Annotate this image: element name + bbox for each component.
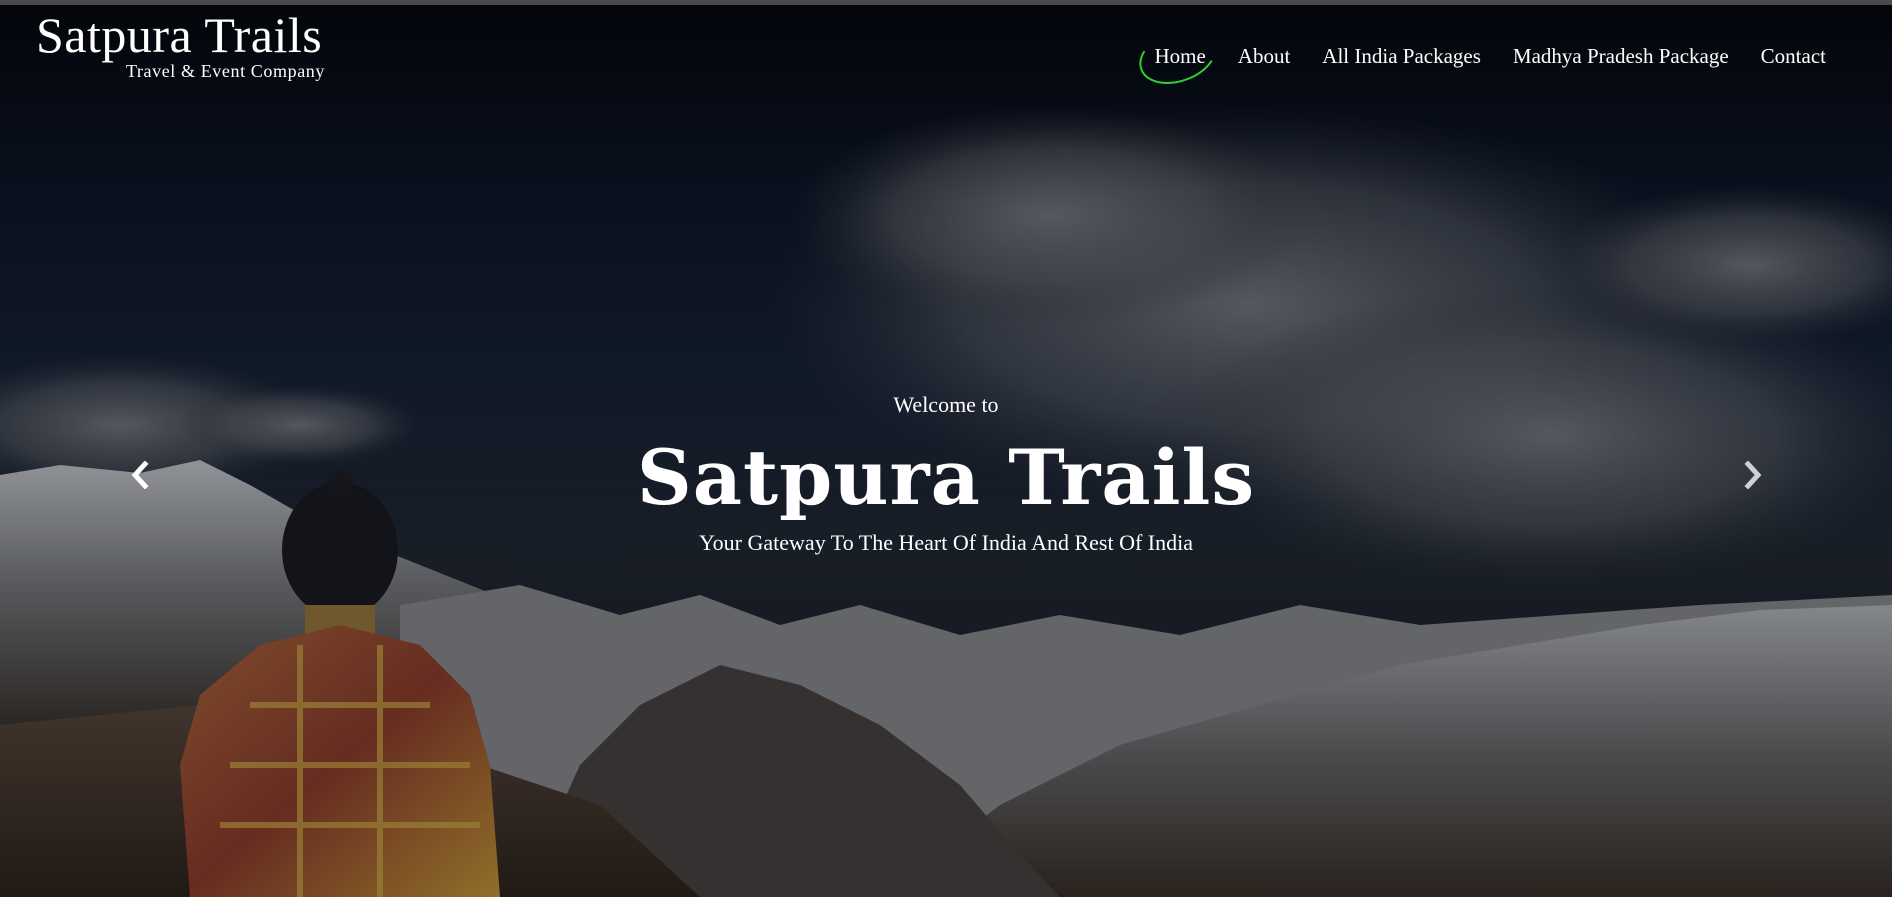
hero-welcome-text: Welcome to: [893, 392, 999, 417]
hero-carousel: Welcome to Satpura Trails Your Gateway T…: [0, 5, 1892, 897]
logo-subtitle: Travel & Event Company: [125, 61, 325, 81]
main-navigation: Home About All India Packages Madhya Pra…: [1138, 30, 1842, 82]
hero-caption: Welcome to Satpura Trails Your Gateway T…: [0, 390, 1892, 558]
hero-title: Satpura Trails: [636, 433, 1256, 522]
hero-tagline: Your Gateway To The Heart Of India And R…: [699, 530, 1193, 555]
nav-item-about[interactable]: About: [1222, 30, 1307, 82]
nav-item-contact[interactable]: Contact: [1745, 30, 1842, 82]
nav-item-home[interactable]: Home: [1138, 30, 1221, 82]
site-logo[interactable]: Satpura Trails Travel & Event Company: [36, 10, 336, 80]
nav-item-all-india-packages[interactable]: All India Packages: [1306, 30, 1497, 82]
nav-item-madhya-pradesh-package[interactable]: Madhya Pradesh Package: [1497, 30, 1745, 82]
logo-title: Satpura Trails: [36, 7, 323, 63]
